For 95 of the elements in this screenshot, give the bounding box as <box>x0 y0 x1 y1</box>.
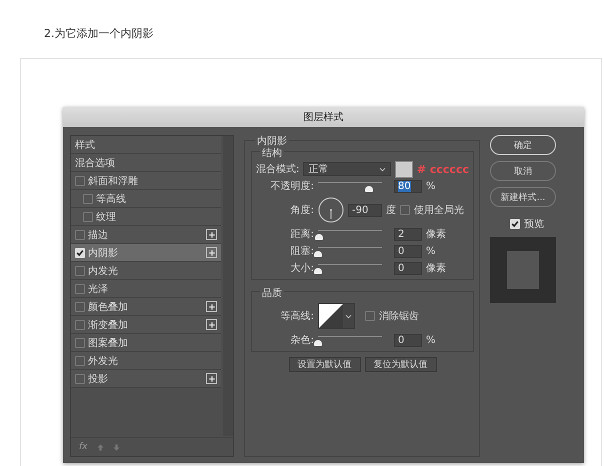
field-label: 距离: <box>290 228 314 241</box>
field-label: 等高线: <box>280 310 314 323</box>
preview-square <box>507 251 539 289</box>
slider-thumb[interactable] <box>315 234 324 240</box>
number-field[interactable]: 2 <box>394 228 422 240</box>
down-arrow-icon[interactable] <box>112 444 120 450</box>
group-title: 内阴影 <box>255 134 289 148</box>
item-label: 描边 <box>88 228 109 242</box>
plus-icon[interactable] <box>206 373 217 384</box>
plus-icon[interactable] <box>206 301 217 312</box>
unit-label: 像素 <box>426 262 446 275</box>
style-list-item[interactable]: 混合选项 <box>71 154 221 172</box>
checkbox[interactable] <box>75 356 85 366</box>
slider-thumb[interactable] <box>365 186 374 192</box>
checkbox[interactable] <box>75 266 85 276</box>
chevron-down-icon <box>345 314 352 318</box>
item-label: 等高线 <box>96 192 127 206</box>
item-label: 外发光 <box>88 354 119 368</box>
item-label: 图案叠加 <box>88 336 129 350</box>
item-label: 颜色叠加 <box>88 300 129 314</box>
checkbox[interactable] <box>75 374 85 384</box>
slider-thumb[interactable] <box>314 340 322 346</box>
item-label: 投影 <box>88 372 109 386</box>
style-list-item[interactable]: 外发光 <box>71 352 221 370</box>
default-button[interactable]: 复位为默认值 <box>364 357 436 372</box>
dialog-button[interactable]: 确定 <box>490 135 556 155</box>
style-list-item[interactable]: 颜色叠加 <box>71 298 221 316</box>
number-field[interactable]: 0 <box>394 244 422 258</box>
field-label: 阻塞: <box>290 244 314 258</box>
item-label: 斜面和浮雕 <box>88 174 139 188</box>
style-list-item[interactable]: 样式 <box>71 136 221 154</box>
number-field[interactable]: -90 <box>348 204 382 216</box>
unit-label: % <box>426 334 436 346</box>
item-label: 内发光 <box>88 264 119 278</box>
checkbox-label: 使用全局光 <box>414 204 464 217</box>
style-list-item[interactable]: 图案叠加 <box>71 334 221 352</box>
field-label: 大小: <box>290 262 314 275</box>
group-title: 结构 <box>260 146 284 160</box>
checkbox[interactable] <box>75 230 85 240</box>
angle-dial[interactable] <box>318 197 344 223</box>
checkbox[interactable] <box>83 212 93 222</box>
contour-picker[interactable] <box>318 303 355 329</box>
field-label: 不透明度: <box>270 180 314 193</box>
checkbox[interactable] <box>365 311 375 321</box>
field-label: 杂色: <box>290 334 314 347</box>
default-button[interactable]: 设置为默认值 <box>288 357 360 372</box>
checkbox[interactable] <box>400 205 410 215</box>
style-list-item[interactable]: 斜面和浮雕 <box>71 172 221 190</box>
style-list-item[interactable]: 内发光 <box>71 262 221 280</box>
checkbox[interactable] <box>75 338 85 348</box>
unit-label: 像素 <box>426 228 446 241</box>
field-label: 混合模式: <box>256 162 300 176</box>
item-label: 混合选项 <box>75 156 116 170</box>
plus-icon[interactable] <box>206 229 217 240</box>
number-field[interactable]: 0 <box>394 262 422 274</box>
color-swatch[interactable] <box>395 160 413 178</box>
item-label: 内阴影 <box>88 246 119 260</box>
dialog-button[interactable]: 取消 <box>490 161 556 181</box>
fx-label[interactable]: fx <box>79 442 88 452</box>
item-label: 纹理 <box>96 210 117 224</box>
plus-icon[interactable] <box>206 247 217 258</box>
checkbox[interactable] <box>83 194 93 204</box>
number-field[interactable]: 0 <box>394 334 422 346</box>
dialog-button[interactable]: 新建样式... <box>490 187 556 207</box>
checkbox-label: 消除锯齿 <box>379 310 419 323</box>
style-list-item[interactable]: 光泽 <box>71 280 221 298</box>
field-label: 角度: <box>290 204 314 217</box>
style-list-item[interactable]: 渐变叠加 <box>71 316 221 334</box>
up-arrow-icon[interactable] <box>96 444 104 450</box>
checkbox[interactable] <box>75 176 85 186</box>
checkbox[interactable] <box>75 320 85 330</box>
blend-mode-dropdown[interactable]: 正常 <box>303 162 392 176</box>
slider-thumb[interactable] <box>314 268 322 274</box>
style-list-item[interactable]: 描边 <box>71 226 221 244</box>
number-field[interactable]: 80 <box>394 180 422 192</box>
plus-icon[interactable] <box>206 319 217 330</box>
item-label: 渐变叠加 <box>88 318 129 332</box>
chevron-down-icon <box>379 166 386 172</box>
section-heading: 2.为它添加一个内阴影 <box>44 26 154 41</box>
style-list-item[interactable]: 等高线 <box>71 190 221 208</box>
color-annotation: # cccccc <box>416 162 469 176</box>
checkbox[interactable] <box>75 284 85 294</box>
window-title: 图层样式 <box>304 110 344 124</box>
checkbox-label: 预览 <box>524 218 544 231</box>
unit-label: % <box>426 180 436 192</box>
group-title: 品质 <box>260 286 284 300</box>
slider-thumb[interactable] <box>314 250 322 256</box>
checkbox[interactable] <box>75 302 85 312</box>
item-label: 样式 <box>75 138 96 152</box>
unit-label: % <box>426 246 436 256</box>
item-label: 光泽 <box>88 282 109 296</box>
style-list-item[interactable]: 内阴影 <box>71 244 221 262</box>
unit-label: 度 <box>386 204 396 217</box>
style-list-item[interactable]: 纹理 <box>71 208 221 226</box>
style-list-item[interactable]: 投影 <box>71 370 221 388</box>
